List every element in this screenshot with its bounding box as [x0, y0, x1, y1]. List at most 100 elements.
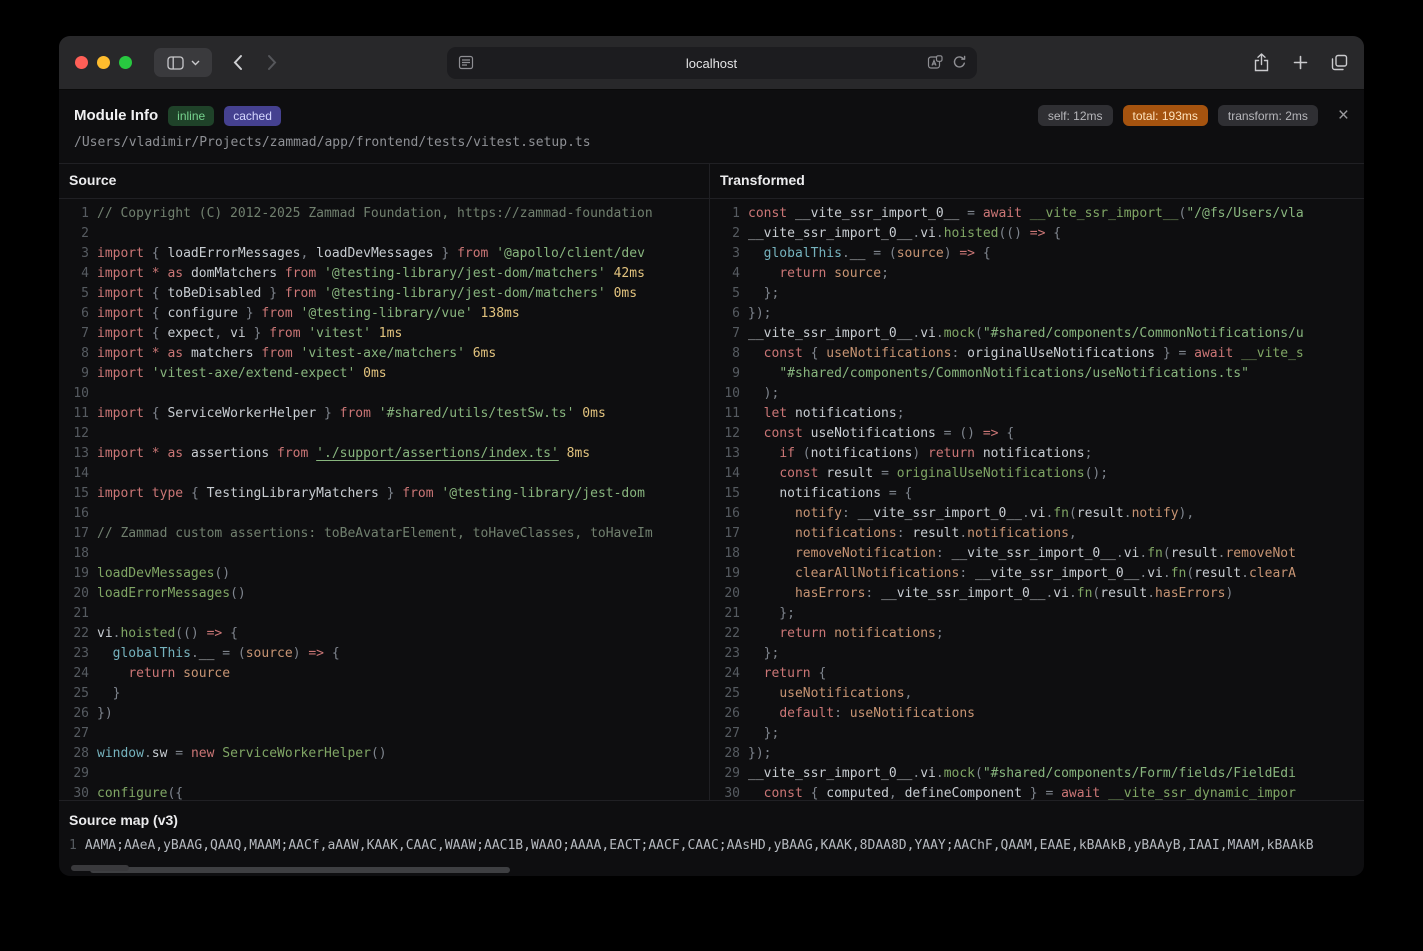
code-token: source — [834, 266, 881, 281]
code-token: import — [97, 446, 152, 461]
code-token: useNotifications — [850, 706, 975, 721]
code-text: }; — [748, 284, 779, 304]
module-file-path: /Users/vladimir/Projects/zammad/app/fron… — [74, 135, 1349, 150]
forward-button[interactable] — [267, 54, 278, 71]
code-token: . — [144, 746, 152, 761]
code-text: // Zammad custom assertions: toBeAvatarE… — [97, 524, 653, 544]
reader-icon[interactable] — [458, 55, 474, 70]
code-line: 17 notifications: result.notifications, — [710, 524, 1364, 544]
module-path-link[interactable]: './support/assertions/index.ts' — [316, 446, 559, 461]
code-line: 22vi.hoisted(() => { — [59, 624, 709, 644]
close-window-button[interactable] — [75, 56, 88, 69]
line-number: 11 — [67, 404, 97, 424]
code-token: __vite_ssr_import_0__ — [748, 226, 912, 241]
nav-buttons — [232, 54, 278, 71]
line-number: 9 — [718, 364, 748, 384]
code-token — [748, 666, 764, 681]
close-panel-button[interactable]: × — [1338, 106, 1349, 125]
code-token: * — [152, 346, 168, 361]
code-text: }; — [748, 644, 779, 664]
code-line: 13import * as assertions from './support… — [59, 444, 709, 464]
code-token: // Zammad custom assertions: toBeAvatarE… — [97, 526, 653, 541]
code-token: fn — [1077, 586, 1093, 601]
code-token: globalThis — [113, 646, 191, 661]
code-line: 22 return notifications; — [710, 624, 1364, 644]
code-token: 'vitest-axe/matchers' — [301, 346, 465, 361]
line-number: 7 — [718, 324, 748, 344]
code-token — [748, 346, 764, 361]
minimize-window-button[interactable] — [97, 56, 110, 69]
line-number: 5 — [718, 284, 748, 304]
code-token: => — [959, 246, 982, 261]
source-panel-title: Source — [59, 164, 709, 199]
code-token: removeNot — [1225, 546, 1295, 561]
code-token: notifications — [795, 526, 897, 541]
transformed-panel-title: Transformed — [710, 164, 1364, 199]
code-token: . — [1022, 506, 1030, 521]
code-text: configure({ — [97, 784, 183, 800]
line-number: 8 — [718, 344, 748, 364]
code-token: import — [97, 366, 152, 381]
code-token: const — [748, 206, 795, 221]
code-text: return notifications; — [748, 624, 944, 644]
url-bar[interactable]: localhost — [447, 47, 977, 79]
code-token: { — [983, 246, 991, 261]
code-text: return source; — [748, 264, 889, 284]
code-token: import — [97, 486, 152, 501]
code-token: ( — [1069, 506, 1077, 521]
code-text: return { — [748, 664, 826, 684]
back-button[interactable] — [232, 54, 243, 71]
line-number: 26 — [718, 704, 748, 724]
code-token: "#shared/components/Form/fields/FieldEdi — [983, 766, 1296, 781]
tab-overview-icon[interactable] — [1331, 54, 1348, 71]
code-token: '@testing-library/jest-dom/matchers' — [324, 286, 606, 301]
code-line: 18 — [59, 544, 709, 564]
share-icon[interactable] — [1253, 53, 1270, 72]
sourcemap-title: Source map (v3) — [69, 812, 1354, 828]
code-token — [748, 786, 764, 800]
new-tab-icon[interactable] — [1293, 55, 1308, 70]
line-number: 30 — [718, 784, 748, 800]
zoom-window-button[interactable] — [119, 56, 132, 69]
source-panel: Source 1// Copyright (C) 2012-2025 Zamma… — [59, 164, 710, 800]
code-token: : — [952, 346, 968, 361]
code-text: }); — [748, 304, 771, 324]
code-token: = ( — [214, 646, 245, 661]
code-token: const — [779, 466, 826, 481]
line-number: 25 — [718, 684, 748, 704]
sidebar-toggle-button[interactable] — [154, 48, 212, 77]
line-number: 3 — [718, 244, 748, 264]
code-token: "#shared/components/CommonNotifications/… — [779, 366, 1249, 381]
code-token: mock — [944, 326, 975, 341]
code-token: __vite_ssr_dynamic_impor — [1108, 786, 1296, 800]
code-text: import { loadErrorMessages, loadDevMessa… — [97, 244, 645, 264]
code-token — [748, 586, 795, 601]
code-token: await — [1061, 786, 1108, 800]
code-text: }; — [748, 724, 779, 744]
code-text: }) — [97, 704, 113, 724]
code-line: 10 ); — [710, 384, 1364, 404]
sourcemap-horizontal-scrollbar[interactable] — [71, 865, 129, 871]
code-line: 4import * as domMatchers from '@testing-… — [59, 264, 709, 284]
code-token: () — [230, 586, 246, 601]
code-token: clearAllNotifications — [795, 566, 959, 581]
code-token: assertions — [191, 446, 277, 461]
code-token — [748, 686, 779, 701]
line-number: 1 — [718, 204, 748, 224]
code-token: __vite_ssr_import_0__ — [881, 586, 1045, 601]
code-token: import — [97, 266, 152, 281]
autofill-icon[interactable] — [927, 55, 943, 70]
code-line: 27 — [59, 724, 709, 744]
reload-icon[interactable] — [952, 55, 967, 70]
line-number: 12 — [67, 424, 97, 444]
code-token: computed — [826, 786, 889, 800]
code-line: 19 clearAllNotifications: __vite_ssr_imp… — [710, 564, 1364, 584]
code-token: { — [811, 786, 827, 800]
code-token: ) — [912, 446, 928, 461]
code-line: 24 return source — [59, 664, 709, 684]
code-line: 29__vite_ssr_import_0__.vi.mock("#shared… — [710, 764, 1364, 784]
line-number: 24 — [67, 664, 97, 684]
code-line: 17// Zammad custom assertions: toBeAvata… — [59, 524, 709, 544]
code-token: = — [959, 206, 982, 221]
code-token: . — [1116, 546, 1124, 561]
